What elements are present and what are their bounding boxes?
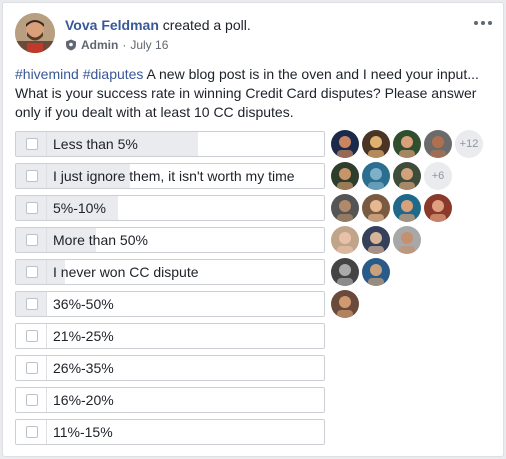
option-label: Less than 5% [53,136,138,152]
voter-avatar[interactable] [331,226,359,254]
voter-avatars [331,258,390,286]
voter-avatars [331,290,359,318]
voter-avatar[interactable] [424,130,452,158]
option-divider [46,260,47,284]
poll-option[interactable]: 26%-35% [15,355,325,381]
post-meta: Admin · July 16 [65,38,168,52]
voter-avatar[interactable] [362,258,390,286]
poll-option-row: Less than 5% +12 [15,130,495,158]
option-divider [46,420,47,444]
poll-option[interactable]: I never won CC dispute [15,259,325,285]
option-checkbox[interactable] [26,362,38,374]
post-body: #hivemind #diaputes A new blog post is i… [15,65,493,122]
option-label: 16%-20% [53,392,114,408]
author-name[interactable]: Vova Feldman [65,17,159,33]
option-divider [46,388,47,412]
option-checkbox[interactable] [26,170,38,182]
option-divider [46,196,47,220]
poll-option-row: I just ignore them, it isn't worth my ti… [15,162,495,190]
option-label: 36%-50% [53,296,114,312]
poll-option[interactable]: 21%-25% [15,323,325,349]
poll-option-row: 21%-25% [15,323,495,349]
option-label: I just ignore them, it isn't worth my ti… [53,168,295,184]
voter-avatar[interactable] [331,194,359,222]
voter-avatar[interactable] [393,194,421,222]
voter-avatar[interactable] [331,130,359,158]
voter-avatar[interactable] [331,290,359,318]
poll-option[interactable]: 5%-10% [15,195,325,221]
poll-option[interactable]: More than 50% [15,227,325,253]
option-checkbox[interactable] [26,298,38,310]
voter-avatars [331,226,421,254]
voter-avatar[interactable] [393,226,421,254]
option-divider [46,132,47,156]
option-label: 21%-25% [53,328,114,344]
option-label: 5%-10% [53,200,106,216]
poll-option-row: 11%-15% [15,419,495,445]
more-voters-count[interactable]: +6 [424,162,452,190]
poll-option-row: 26%-35% [15,355,495,381]
poll-option[interactable]: 16%-20% [15,387,325,413]
voter-avatar[interactable] [424,194,452,222]
post-header: Vova Feldman created a poll. Admin · Jul… [15,13,493,63]
voter-avatar[interactable] [331,162,359,190]
voter-avatar[interactable] [362,226,390,254]
option-label: 11%-15% [53,424,113,440]
poll-post-card: Vova Feldman created a poll. Admin · Jul… [2,2,504,457]
more-voters-count[interactable]: +12 [455,130,483,158]
action-text: created a poll. [162,17,251,33]
post-date[interactable]: July 16 [130,38,168,52]
voter-avatar[interactable] [393,130,421,158]
poll-option-row: More than 50% [15,226,495,254]
option-divider [46,228,47,252]
author-avatar[interactable] [15,13,55,53]
meta-separator: · [122,38,127,52]
option-checkbox[interactable] [26,394,38,406]
option-checkbox[interactable] [26,266,38,278]
poll-option[interactable]: 36%-50% [15,291,325,317]
option-checkbox[interactable] [26,202,38,214]
option-checkbox[interactable] [26,138,38,150]
voter-avatar[interactable] [362,194,390,222]
poll-option-row: I never won CC dispute [15,258,495,286]
poll-option[interactable]: I just ignore them, it isn't worth my ti… [15,163,325,189]
author-line: Vova Feldman created a poll. [65,17,251,33]
option-divider [46,356,47,380]
option-label: 26%-35% [53,360,114,376]
option-divider [46,164,47,188]
voter-avatar[interactable] [331,258,359,286]
poll-option-row: 5%-10% [15,194,495,222]
hashtag-link[interactable]: #hivemind [15,66,79,82]
ellipsis-icon[interactable] [473,15,493,31]
member-role: Admin [81,38,119,52]
voter-avatars [331,194,452,222]
voter-avatars: +12 [331,130,483,158]
hashtag-link[interactable]: #diaputes [83,66,144,82]
voter-avatars: +6 [331,162,452,190]
poll-option[interactable]: Less than 5% [15,131,325,157]
voter-avatar[interactable] [362,162,390,190]
poll-options: Less than 5% +12 I just ignore them, it is… [15,130,495,451]
admin-badge-icon [65,39,77,51]
option-checkbox[interactable] [26,426,38,438]
poll-option-row: 36%-50% [15,290,495,318]
option-label: More than 50% [53,232,148,248]
option-checkbox[interactable] [26,234,38,246]
option-divider [46,292,47,316]
poll-option-row: 16%-20% [15,387,495,413]
voter-avatar[interactable] [362,130,390,158]
option-divider [46,324,47,348]
voter-avatar[interactable] [393,162,421,190]
option-label: I never won CC dispute [53,264,199,280]
poll-option[interactable]: 11%-15% [15,419,325,445]
option-checkbox[interactable] [26,330,38,342]
